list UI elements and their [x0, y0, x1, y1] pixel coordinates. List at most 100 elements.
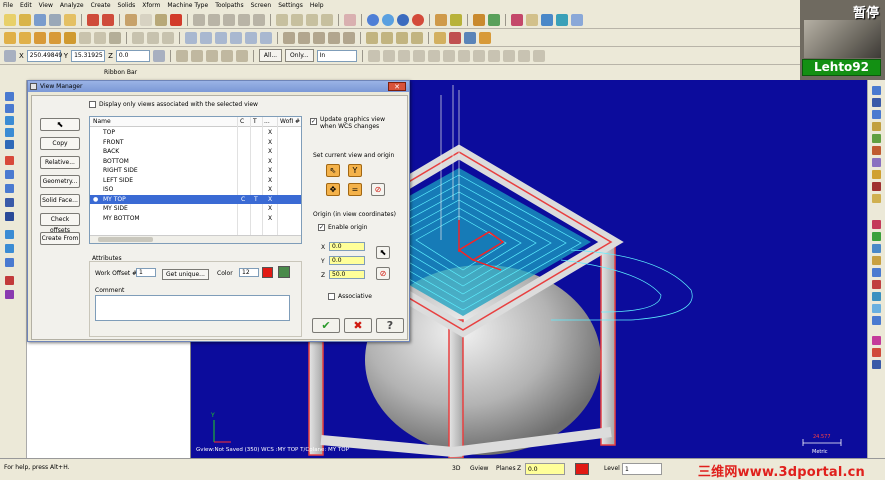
select-all-button[interactable]: All... [258, 49, 283, 62]
set-view-equal-button[interactable]: = [348, 183, 362, 196]
col-t[interactable]: T [253, 118, 257, 125]
set-view-pick-button[interactable]: ⇖ [326, 164, 340, 177]
side-tool-icon-4[interactable] [5, 128, 14, 137]
color-picker-icon[interactable] [278, 266, 290, 278]
side-tool-icon-13[interactable] [5, 258, 14, 267]
chamfer-icon[interactable] [64, 31, 76, 44]
join-icon[interactable] [162, 31, 174, 44]
open-icon[interactable] [19, 13, 31, 26]
view-side-icon[interactable] [306, 13, 318, 26]
planes-button[interactable]: Planes [496, 463, 516, 475]
surface-net-icon[interactable] [230, 31, 242, 44]
select-chain-icon[interactable] [382, 49, 395, 62]
comment-field[interactable] [95, 295, 290, 321]
zoom-window-icon[interactable] [193, 13, 205, 26]
selection-mode-select[interactable]: In [316, 49, 357, 62]
art-manager-icon[interactable] [205, 49, 218, 62]
close-icon[interactable]: ✕ [388, 82, 406, 91]
select-face-icon[interactable] [487, 49, 500, 62]
list-item[interactable]: TOP X [90, 128, 301, 138]
solid-extrude-icon[interactable] [366, 31, 378, 44]
z-depth-field[interactable]: 0.0 [525, 463, 565, 475]
side-tool-icon-8[interactable] [5, 184, 14, 193]
level-manager-icon[interactable] [220, 49, 233, 62]
menu-machine-type[interactable]: Machine Type [167, 2, 208, 9]
letters-icon[interactable] [109, 31, 121, 44]
menu-view[interactable]: View [39, 2, 53, 9]
solid-fillet-icon[interactable] [434, 31, 446, 44]
display-only-checkbox[interactable] [89, 101, 96, 108]
verify-icon[interactable] [488, 13, 500, 26]
right-tool-icon-18[interactable] [872, 304, 881, 313]
print-icon[interactable] [49, 13, 61, 26]
solid-trim-icon[interactable] [479, 31, 491, 44]
right-tool-icon-5[interactable] [872, 134, 881, 143]
create-from-button[interactable]: Create From [40, 232, 80, 245]
zoom-out-icon[interactable] [223, 13, 235, 26]
gview-button[interactable]: Gview [470, 463, 488, 475]
menu-analyze[interactable]: Analyze [60, 2, 84, 9]
list-horizontal-scrollbar[interactable] [90, 235, 301, 243]
side-tool-icon-15[interactable] [5, 290, 14, 299]
z-coord-field[interactable]: 0.0 [115, 49, 150, 62]
xform-scale-icon[interactable] [328, 31, 340, 44]
trim-icon[interactable] [132, 31, 144, 44]
geometry-button[interactable]: Geometry... [40, 175, 80, 188]
xform-mirror-icon[interactable] [313, 31, 325, 44]
side-tool-icon-3[interactable] [5, 116, 14, 125]
right-tool-icon-16[interactable] [872, 280, 881, 289]
analyze-icon[interactable] [435, 13, 447, 26]
menu-screen[interactable]: Screen [251, 2, 272, 9]
solid-loft-icon[interactable] [411, 31, 423, 44]
arc-icon[interactable] [34, 31, 46, 44]
solid-revolve-icon[interactable] [381, 31, 393, 44]
redo-icon[interactable] [102, 13, 114, 26]
solid-shell-icon[interactable] [464, 31, 476, 44]
new-icon[interactable] [4, 13, 16, 26]
list-item[interactable]: LEFT SIDE X [90, 176, 301, 186]
update-graphics-checkbox[interactable]: ✓ [310, 118, 317, 125]
side-tool-icon-2[interactable] [5, 104, 14, 113]
solid-boolean-icon[interactable] [449, 31, 461, 44]
solid-manager-icon[interactable] [190, 49, 203, 62]
menu-create[interactable]: Create [91, 2, 111, 9]
menu-edit[interactable]: Edit [20, 2, 32, 9]
origin-clear-button[interactable]: ⊘ [376, 267, 390, 280]
view-manager-icon[interactable] [235, 49, 248, 62]
right-tool-icon-3[interactable] [872, 110, 881, 119]
copy-button[interactable]: Copy [40, 137, 80, 150]
save-icon[interactable] [34, 13, 46, 26]
side-tool-icon-1[interactable] [5, 92, 14, 101]
select-body-icon[interactable] [517, 49, 530, 62]
list-item[interactable]: MY BOTTOM X [90, 214, 301, 224]
menu-xform[interactable]: Xform [142, 2, 160, 9]
set-view-move-button[interactable]: ✥ [326, 183, 340, 196]
right-tool-icon-17[interactable] [872, 292, 881, 301]
xform-rotate-icon[interactable] [298, 31, 310, 44]
side-tool-icon-7[interactable] [5, 170, 14, 179]
right-tool-icon-11[interactable] [872, 220, 881, 229]
level-field[interactable]: 1 [622, 463, 662, 475]
render-icon[interactable] [412, 13, 424, 26]
right-tool-icon-1[interactable] [872, 86, 881, 95]
layer-icon[interactable] [571, 13, 583, 26]
menu-solids[interactable]: Solids [118, 2, 136, 9]
list-item[interactable]: BOTTOM X [90, 157, 301, 167]
toolpath-manager-icon[interactable] [175, 49, 188, 62]
col-c[interactable]: C [240, 118, 244, 125]
x-coord-field[interactable]: 250.49849 [26, 49, 62, 62]
right-tool-icon-13[interactable] [872, 244, 881, 253]
shading-icon[interactable] [367, 13, 379, 26]
right-tool-icon-6[interactable] [872, 146, 881, 155]
help-button[interactable]: ? [376, 318, 404, 333]
associative-checkbox[interactable] [328, 293, 335, 300]
list-item[interactable]: ISO X [90, 185, 301, 195]
select-vector-icon[interactable] [427, 49, 440, 62]
right-tool-icon-21[interactable] [872, 348, 881, 357]
measure-icon[interactable] [450, 13, 462, 26]
mode-3d-button[interactable]: 3D [452, 463, 460, 475]
select-polygon-icon[interactable] [412, 49, 425, 62]
right-tool-icon-14[interactable] [872, 256, 881, 265]
side-tool-icon-14[interactable] [5, 276, 14, 285]
check-offsets-button[interactable]: Check offsets [40, 213, 80, 234]
